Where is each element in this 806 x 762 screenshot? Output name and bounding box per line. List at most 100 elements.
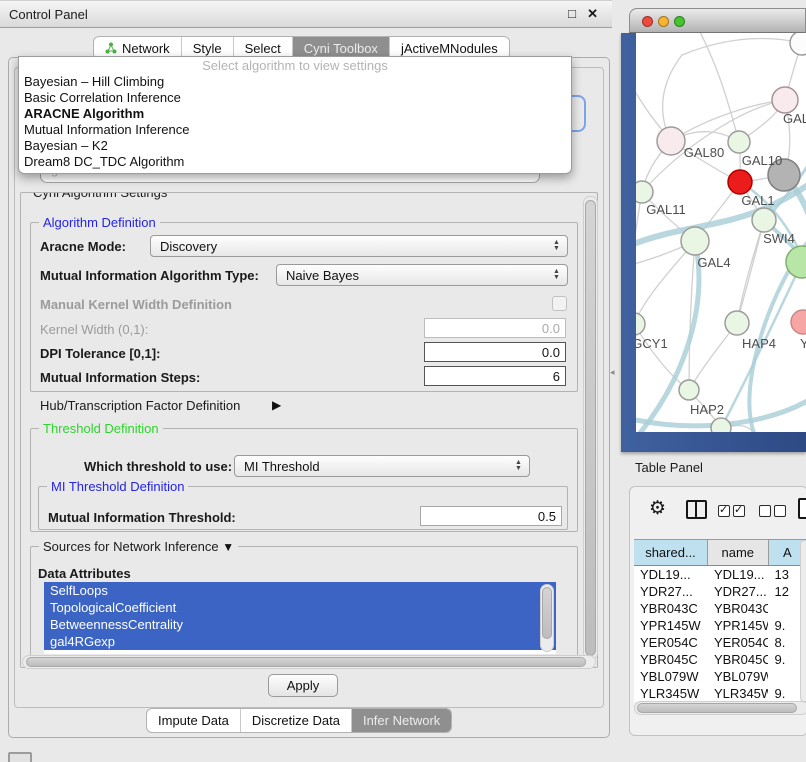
settings-vertical-scrollbar[interactable] [583, 196, 598, 660]
table-cell: YPR145W [634, 617, 708, 634]
node-gal4[interactable] [681, 227, 709, 255]
aracne-mode-value: Discovery [160, 239, 217, 254]
table-vertical-scrollbar[interactable] [800, 540, 806, 702]
combo-spinner-icon: ▲▼ [551, 266, 562, 284]
attribute-item[interactable]: gal4RGexp [44, 633, 556, 650]
table-row[interactable]: YPR145WYPR145W9. [634, 617, 806, 634]
hub-definition-label[interactable]: Hub/Transcription Factor Definition [40, 398, 240, 413]
node-gal80[interactable] [657, 127, 685, 155]
dropdown-item[interactable]: Bayesian – Hill Climbing [19, 74, 571, 90]
table-row[interactable]: YBL079WYBL079W [634, 668, 806, 685]
node-gcy1[interactable] [636, 313, 645, 335]
data-attributes-list[interactable]: SelfLoopsTopologicalCoefficientBetweenne… [44, 582, 556, 654]
node-hap2[interactable] [679, 380, 699, 400]
table-horizontal-scrollbar[interactable] [634, 701, 806, 715]
network-edge [682, 39, 802, 55]
attribute-item[interactable]: TopologicalCoefficient [44, 599, 556, 616]
node-red[interactable] [728, 170, 752, 194]
table-row[interactable]: YBR043CYBR043C [634, 600, 806, 617]
node-label-gal80: GAL80 [684, 145, 724, 160]
table-row[interactable]: YLR345WYLR345W9. [634, 685, 806, 702]
tab-label: Network [122, 41, 170, 56]
control-panel-titlebar: Control Panel □ ✕ [0, 0, 612, 28]
list-scrollbar[interactable] [540, 584, 554, 652]
manual-kernel-checkbox[interactable] [552, 296, 567, 311]
which-threshold-select[interactable]: MI Threshold ▲▼ [234, 455, 530, 477]
table-row[interactable]: YDL19...YDL19...13 [634, 566, 806, 583]
node-table[interactable]: shared...nameA YDL19...YDL19...13YDR27..… [634, 539, 806, 702]
split-pane-icon[interactable] [686, 500, 707, 519]
table-row[interactable]: YER054CYER054C8. [634, 634, 806, 651]
dpi-tolerance-label: DPI Tolerance [0,1]: [40, 346, 160, 361]
node-label-y: Y [800, 336, 806, 351]
disclosure-right-icon[interactable]: ▶ [272, 398, 281, 412]
zoom-light[interactable] [674, 16, 685, 27]
minimized-panel-fragment[interactable] [8, 752, 32, 762]
file-icon[interactable] [798, 498, 806, 519]
node-label-gcy1: GCY1 [636, 336, 668, 351]
dropdown-item[interactable]: Basic Correlation Inference [19, 90, 571, 106]
table-cell: YPR145W [708, 617, 769, 634]
tab-impute-data[interactable]: Impute Data [147, 709, 241, 732]
table-cell: YER054C [708, 634, 769, 651]
dropdown-item[interactable]: Mutual Information Inference [19, 122, 571, 138]
table-cell: YDL19... [708, 566, 769, 583]
gear-icon[interactable]: ⚙ [649, 497, 666, 520]
node-label-hap2: HAP2 [690, 402, 724, 417]
disclosure-down-icon[interactable]: ▼ [222, 540, 234, 554]
apply-button[interactable]: Apply [268, 674, 338, 697]
mi-type-select[interactable]: Naive Bayes ▲▼ [276, 264, 568, 286]
tab-label: jActiveMNodules [401, 41, 498, 56]
column-header-shared-[interactable]: shared... [634, 540, 708, 565]
node-gal11[interactable] [636, 181, 653, 203]
tab-discretize-data[interactable]: Discretize Data [241, 709, 352, 732]
table-header-row[interactable]: shared...nameA [634, 540, 806, 566]
bottom-tab-bar: Impute Data Discretize Data Infer Network [146, 708, 452, 733]
node-gal-pink[interactable] [772, 87, 798, 113]
combo-spinner-icon: ▲▼ [513, 457, 524, 475]
close-panel-icon[interactable]: ✕ [587, 6, 598, 22]
mi-steps-input[interactable] [424, 366, 566, 386]
network-graph: GALGAL80GAL10GAL1GAL11SWI4GAL4GCY1HAP4YH… [636, 33, 806, 432]
node-swi4[interactable] [752, 208, 776, 232]
table-panel: ⚙ shared...nameA YDL19...YDL19...13YDR27… [629, 486, 806, 736]
kernel-width-input[interactable] [424, 318, 566, 338]
tab-label: Discretize Data [252, 713, 340, 728]
float-window-icon[interactable]: □ [568, 6, 576, 21]
checked-checkboxes-icon[interactable] [718, 505, 745, 517]
node-hap4[interactable] [725, 311, 749, 335]
table-row[interactable]: YBR045CYBR045C9. [634, 651, 806, 668]
column-header-name[interactable]: name [708, 540, 769, 565]
attribute-item[interactable]: SelfLoops [44, 582, 556, 599]
table-row[interactable]: YDR27...YDR27...12 [634, 583, 806, 600]
table-cell: YBR045C [634, 651, 708, 668]
dropdown-item[interactable]: Dream8 DC_TDC Algorithm [19, 154, 571, 170]
node-gal10[interactable] [728, 131, 750, 153]
mi-threshold-input[interactable] [420, 506, 562, 526]
node-label-gal1: GAL1 [741, 193, 774, 208]
unchecked-checkboxes-icon[interactable] [759, 505, 786, 517]
dropdown-item[interactable]: Bayesian – K2 [19, 138, 571, 154]
settings-horizontal-scrollbar[interactable] [22, 655, 596, 669]
attribute-item[interactable]: BetweennessCentrality [44, 616, 556, 633]
node-bottom-partial[interactable] [711, 418, 731, 432]
tab-label: Infer Network [363, 713, 440, 728]
node-salmon[interactable] [791, 310, 806, 334]
splitter-collapse-icon[interactable]: ◂ [610, 367, 615, 378]
dpi-tolerance-input[interactable] [424, 342, 566, 362]
node-top-partial[interactable] [790, 33, 806, 55]
minimize-light[interactable] [658, 16, 669, 27]
tab-label: Impute Data [158, 713, 229, 728]
node-label-gal: GAL [783, 111, 806, 126]
tab-infer-network[interactable]: Infer Network [352, 709, 451, 732]
tab-label: Style [193, 41, 222, 56]
close-light[interactable] [642, 16, 653, 27]
network-window-titlebar[interactable] [629, 8, 806, 33]
table-cell: YER054C [634, 634, 708, 651]
data-attributes-label: Data Attributes [38, 566, 131, 581]
network-canvas[interactable]: GALGAL80GAL10GAL1GAL11SWI4GAL4GCY1HAP4YH… [636, 33, 806, 432]
threshold-definition-title: Threshold Definition [39, 421, 163, 436]
table-cell: YLR345W [634, 685, 708, 702]
dropdown-item[interactable]: ARACNE Algorithm [19, 106, 571, 122]
aracne-mode-select[interactable]: Discovery ▲▼ [150, 235, 568, 257]
